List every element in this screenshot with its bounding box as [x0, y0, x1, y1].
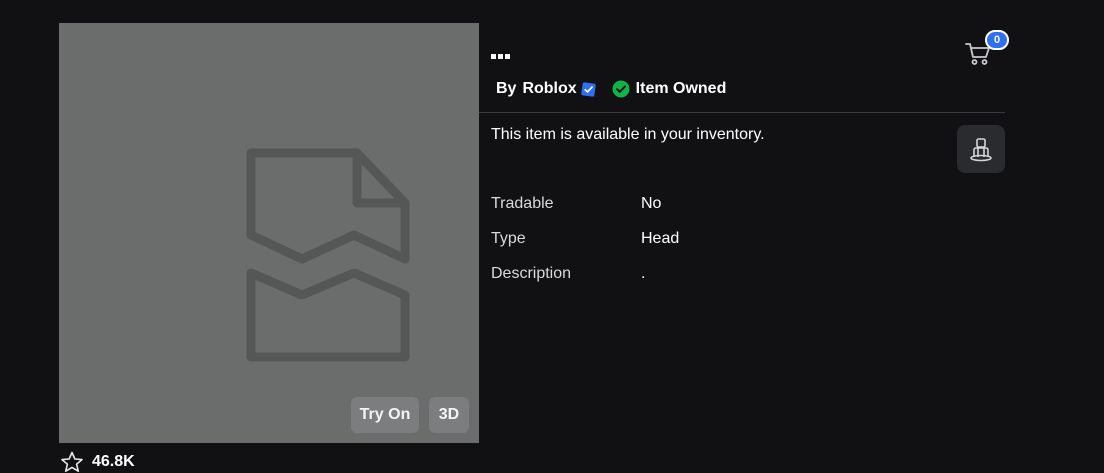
detail-label: Tradable: [491, 194, 554, 212]
verified-badge-icon: [581, 81, 596, 97]
detail-row-description: Description .: [491, 256, 679, 291]
detail-label: Description: [491, 264, 572, 282]
favorite-count: 46.8K: [92, 453, 135, 470]
avatar-icon: [970, 138, 992, 162]
item-title: [491, 54, 510, 59]
detail-row-type: Type Head: [491, 221, 679, 256]
favorite-toggle[interactable]: 46.8K: [60, 451, 135, 472]
detail-value: Head: [641, 229, 680, 247]
creator-byline: By Roblox Item Owned: [496, 78, 726, 100]
inventory-notice: This item is available in your inventory…: [491, 126, 765, 143]
star-icon: [61, 451, 83, 472]
open-avatar-editor-button[interactable]: [957, 125, 1005, 173]
cart-count-badge: 0: [985, 30, 1009, 50]
owned-check-icon: [612, 80, 630, 98]
owned-label: Item Owned: [635, 80, 727, 97]
creator-link[interactable]: Roblox: [522, 80, 576, 98]
item-details: Tradable No Type Head Description .: [491, 186, 679, 291]
view-3d-button[interactable]: 3D: [429, 397, 469, 433]
creator-prefix: By: [496, 80, 517, 97]
broken-image-icon: [246, 148, 410, 362]
detail-row-tradable: Tradable No: [491, 186, 679, 221]
try-on-button[interactable]: Try On: [351, 397, 419, 433]
detail-value: No: [641, 194, 662, 212]
header-divider: [479, 112, 1005, 113]
detail-value: .: [641, 264, 646, 282]
detail-label: Type: [491, 229, 526, 247]
item-thumbnail: Try On 3D: [59, 23, 479, 443]
